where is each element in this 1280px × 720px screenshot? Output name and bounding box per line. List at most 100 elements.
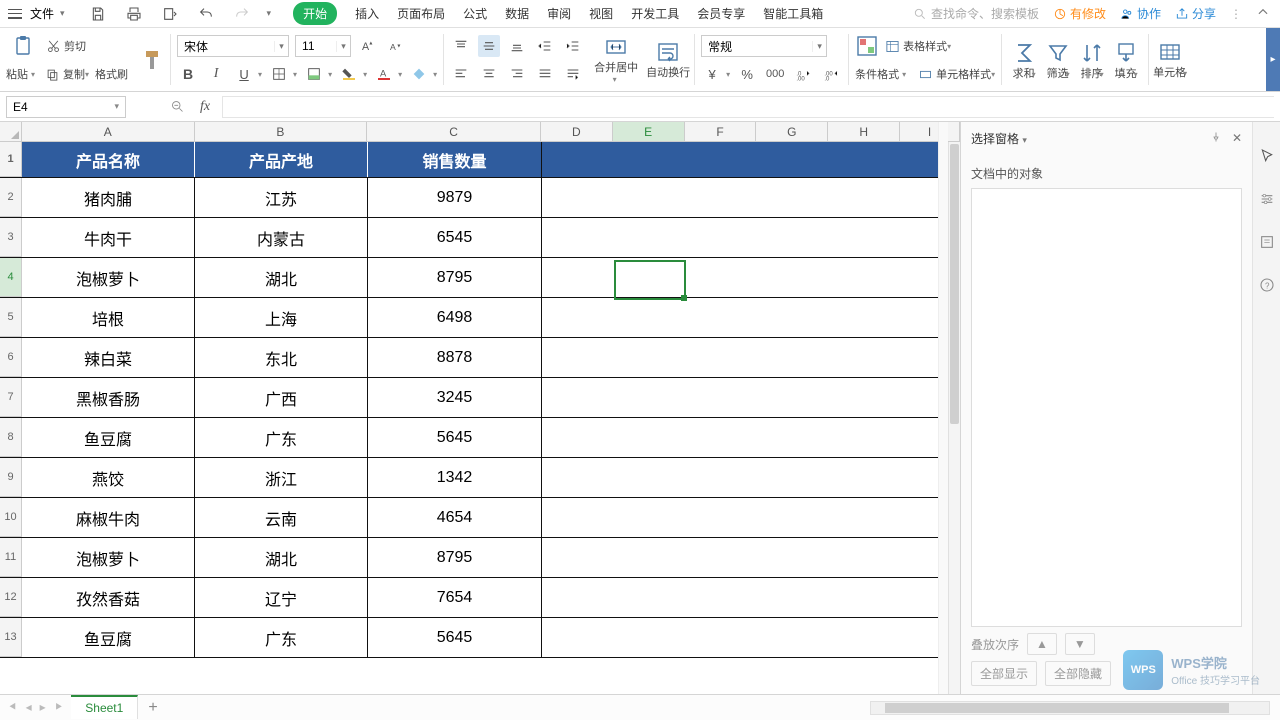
qat-dropdown-icon[interactable]: ▾ [267,8,272,19]
row-header[interactable]: 9 [0,458,22,497]
cell-button[interactable]: 单元格▾ [1149,28,1191,91]
select-tool-icon[interactable] [1259,148,1275,169]
data-cell[interactable]: 东北 [195,338,368,377]
sheet-first-icon[interactable]: ⯇ [8,700,18,715]
data-cell[interactable]: 麻椒牛肉 [22,498,195,537]
row-header[interactable]: 12 [0,578,22,617]
grow-font-icon[interactable]: A▴ [357,35,379,57]
horizontal-scrollbar[interactable] [870,701,1270,715]
unsaved-changes[interactable]: 有修改 [1053,5,1106,22]
collapse-ribbon-icon[interactable] [1256,5,1270,22]
data-cell[interactable]: 8795 [368,258,542,297]
more-icon[interactable]: ⋮ [1230,7,1242,21]
show-all-button[interactable]: 全部显示 [971,661,1037,686]
data-cell[interactable]: 猪肉脯 [22,178,195,217]
data-cell[interactable]: 云南 [195,498,368,537]
increase-decimal-icon[interactable]: .0.00 [792,63,814,85]
tab-formula[interactable]: 公式 [463,5,487,22]
object-list[interactable] [971,188,1242,627]
data-cell[interactable]: 孜然香菇 [22,578,195,617]
data-cell[interactable]: 9879 [368,178,542,217]
panel-title-chevron-icon[interactable]: ▾ [1022,135,1027,145]
data-cell[interactable]: 广西 [195,378,368,417]
copy-button[interactable]: 复制▾ [45,66,89,82]
align-bottom-icon[interactable] [506,35,528,57]
data-cell[interactable]: 辽宁 [195,578,368,617]
data-cell[interactable]: 湖北 [195,258,368,297]
tab-review[interactable]: 审阅 [547,5,571,22]
data-cell[interactable]: 泡椒萝卜 [22,538,195,577]
print-preview-icon[interactable] [159,3,181,25]
name-box[interactable]: E4▾ [6,96,126,118]
data-cell[interactable]: 上海 [195,298,368,337]
tab-data[interactable]: 数据 [505,5,529,22]
data-cell[interactable]: 8795 [368,538,542,577]
col-header-f[interactable]: F [685,122,757,141]
redo-icon[interactable] [231,3,253,25]
save-icon[interactable] [87,3,109,25]
table-style-button[interactable]: 表格样式▾ [885,38,951,54]
header-cell[interactable]: 产品名称 [22,142,195,177]
command-search[interactable]: 查找命令、搜索模板 [913,5,1039,22]
underline-icon[interactable]: U [233,63,255,85]
app-menu-icon[interactable] [8,9,22,19]
data-cell[interactable]: 燕饺 [22,458,195,497]
border-icon[interactable] [268,63,290,85]
select-all-corner[interactable] [0,122,22,141]
close-icon[interactable]: ✕ [1232,131,1242,146]
fill-button[interactable]: 填充▾ [1110,41,1142,81]
col-header-c[interactable]: C [367,122,541,141]
tab-smart[interactable]: 智能工具箱 [763,5,823,22]
cut-button[interactable]: 剪切 [46,38,86,54]
data-cell[interactable]: 鱼豆腐 [22,618,195,657]
tab-dev[interactable]: 开发工具 [631,5,679,22]
format-painter-button[interactable]: 格式刷 [95,66,128,82]
justify-icon[interactable] [534,63,556,85]
decrease-indent-icon[interactable] [534,35,556,57]
row-header[interactable]: 2 [0,178,22,217]
row-header[interactable]: 1 [0,142,22,177]
col-header-g[interactable]: G [756,122,828,141]
properties-icon[interactable] [1259,234,1275,255]
data-cell[interactable]: 培根 [22,298,195,337]
font-color-icon[interactable]: A [373,63,395,85]
data-cell[interactable]: 7654 [368,578,542,617]
paste-button[interactable] [6,34,40,58]
merge-center-button[interactable]: 合并居中▾ [590,28,642,91]
data-cell[interactable]: 泡椒萝卜 [22,258,195,297]
tab-layout[interactable]: 页面布局 [397,5,445,22]
data-cell[interactable]: 鱼豆腐 [22,418,195,457]
align-right-icon[interactable] [506,63,528,85]
hide-all-button[interactable]: 全部隐藏 [1045,661,1111,686]
file-menu[interactable]: 文件 [30,5,54,22]
zoom-out-icon[interactable] [166,96,188,118]
data-cell[interactable]: 5645 [368,618,542,657]
autosum-button[interactable]: 求和▾ [1008,41,1040,81]
data-cell[interactable]: 6498 [368,298,542,337]
file-menu-chevron-icon[interactable]: ▾ [60,8,65,19]
data-cell[interactable]: 辣白菜 [22,338,195,377]
col-header-a[interactable]: A [22,122,195,141]
row-header[interactable]: 11 [0,538,22,577]
undo-icon[interactable] [195,3,217,25]
row-header[interactable]: 6 [0,338,22,377]
comma-icon[interactable]: 000 [764,63,786,85]
formula-input[interactable] [222,96,1274,118]
bold-icon[interactable]: B [177,63,199,85]
send-backward-button[interactable]: ▼ [1065,633,1095,655]
bring-forward-button[interactable]: ▲ [1027,633,1057,655]
data-cell[interactable]: 广东 [195,618,368,657]
tab-insert[interactable]: 插入 [355,5,379,22]
help-icon[interactable]: ? [1259,277,1275,298]
orientation-icon[interactable] [562,63,584,85]
col-header-b[interactable]: B [195,122,368,141]
align-top-icon[interactable] [450,35,472,57]
align-left-icon[interactable] [450,63,472,85]
col-header-i[interactable]: I [900,122,960,141]
data-cell[interactable]: 4654 [368,498,542,537]
fill-color-icon[interactable] [338,63,360,85]
cell-style-button[interactable]: 单元格样式▾ [918,66,995,82]
ribbon-scroll-right-icon[interactable]: ▸ [1266,28,1280,91]
data-cell[interactable]: 广东 [195,418,368,457]
clear-format-icon[interactable] [408,63,430,85]
